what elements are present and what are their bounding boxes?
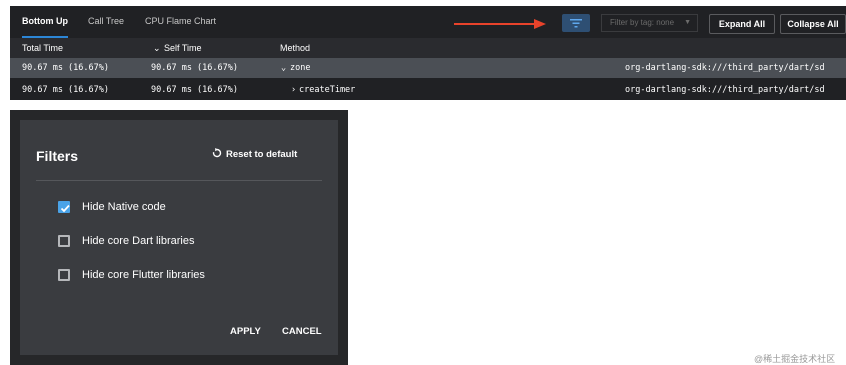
dialog-title: Filters [36,148,79,164]
checkbox-unchecked[interactable] [58,235,70,247]
reset-icon [212,148,222,158]
checkbox-checked[interactable] [58,201,70,213]
filters-dialog: Filters Reset to default Hide Native cod… [20,120,338,355]
expand-toggle-icon[interactable]: ⌄ [281,58,286,78]
total-time-cell: 90.67 ms (16.67%) [22,85,109,95]
total-time-cell: 90.67 ms (16.67%) [22,63,109,73]
reset-label: Reset to default [226,149,298,160]
checkmark-icon [60,204,70,213]
filter-button[interactable] [562,14,590,32]
tab-call-tree[interactable]: Call Tree [88,6,124,36]
tab-cpu-flame-chart[interactable]: CPU Flame Chart [145,6,216,36]
tab-bar: Bottom Up Call Tree CPU Flame Chart Filt… [10,6,846,38]
cpu-profiler-panel: Bottom Up Call Tree CPU Flame Chart Filt… [10,6,846,100]
tag-filter-dropdown[interactable]: Filter by tag: none ▼ [601,14,698,32]
method-cell: createTimer [299,85,356,95]
source-cell: org-dartlang-sdk:///third_party/dart/sd [625,63,825,73]
checkbox-unchecked[interactable] [58,269,70,281]
option-label: Hide Native code [82,201,166,213]
chevron-down-icon: ▼ [684,19,691,26]
collapse-all-button[interactable]: Collapse All [780,14,846,34]
apply-button[interactable]: APPLY [230,326,261,337]
filter-icon [570,19,582,28]
sort-indicator-icon: ⌄ [153,43,161,53]
annotation-arrow-icon [454,19,546,29]
column-method[interactable]: Method [280,38,310,58]
self-time-cell: 90.67 ms (16.67%) [151,85,238,95]
method-cell: zone [290,63,311,73]
expand-all-button[interactable]: Expand All [709,14,775,34]
option-label: Hide core Dart libraries [82,235,195,247]
column-self-time[interactable]: Self Time [164,38,202,58]
reset-to-default-button[interactable]: Reset to default [212,148,298,160]
tab-bottom-up[interactable]: Bottom Up [22,6,68,38]
table-row[interactable]: 90.67 ms (16.67%) 90.67 ms (16.67%) ⌄ zo… [10,58,846,78]
dialog-divider [36,180,322,181]
watermark: @稀土掘金技术社区 [754,354,836,364]
column-total-time[interactable]: Total Time [22,38,63,58]
self-time-cell: 90.67 ms (16.67%) [151,63,238,73]
tag-filter-value: Filter by tag: none [610,18,675,27]
cancel-button[interactable]: CANCEL [282,326,322,337]
expand-toggle-icon[interactable]: › [291,80,296,100]
table-header: Total Time ⌄ Self Time Method [10,38,846,58]
option-label: Hide core Flutter libraries [82,269,205,281]
source-cell: org-dartlang-sdk:///third_party/dart/sd [625,85,825,95]
table-row[interactable]: 90.67 ms (16.67%) 90.67 ms (16.67%) › cr… [10,80,846,100]
